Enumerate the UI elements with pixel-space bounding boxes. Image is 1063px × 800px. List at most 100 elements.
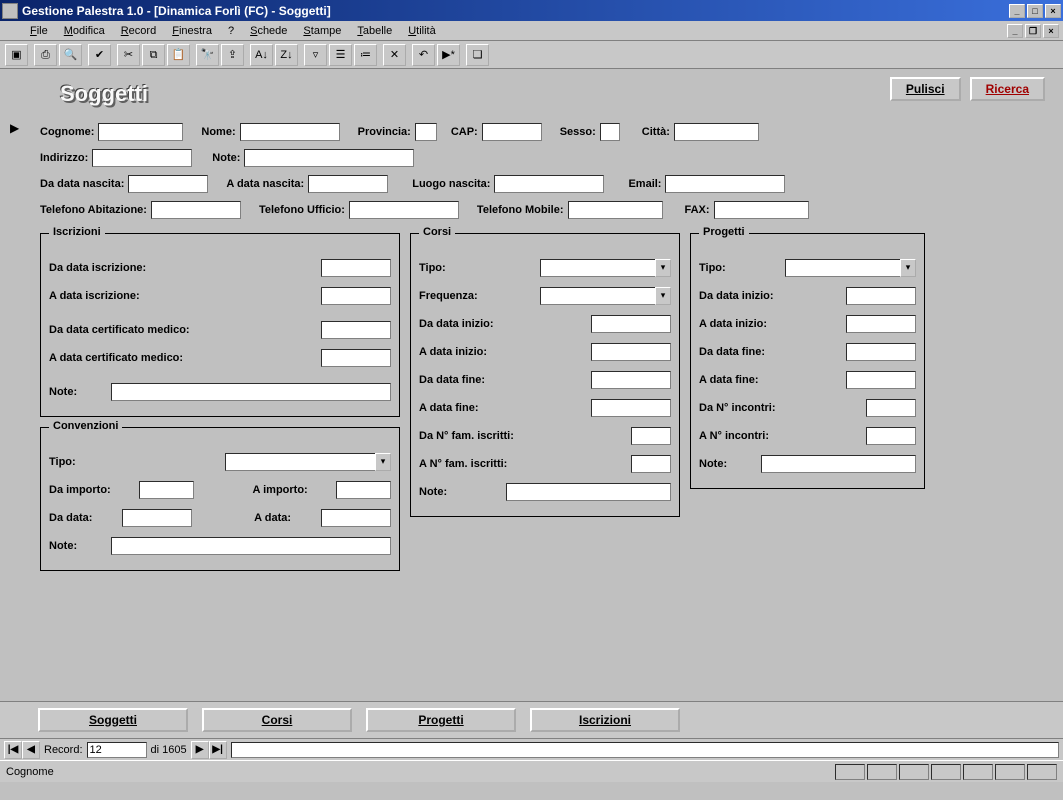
- note-field[interactable]: [244, 149, 414, 167]
- tel-mob-field[interactable]: [568, 201, 663, 219]
- close-button[interactable]: ×: [1045, 4, 1061, 18]
- prev-record-icon[interactable]: ◀: [22, 741, 40, 759]
- tb-export-icon[interactable]: ▣: [5, 44, 28, 66]
- record-selector-icon[interactable]: ▶: [10, 121, 26, 137]
- status-pane: [899, 764, 929, 780]
- prog-dainc-label: Da N° incontri:: [699, 402, 780, 414]
- iscr-note-field[interactable]: [111, 383, 391, 401]
- conv-adata-field[interactable]: [321, 509, 391, 527]
- record-scroll[interactable]: [231, 742, 1059, 758]
- tb-remove-filter-icon[interactable]: ✕: [383, 44, 406, 66]
- nav-progetti-button[interactable]: Progetti: [366, 708, 516, 732]
- da-nascita-field[interactable]: [128, 175, 208, 193]
- mdi-restore-button[interactable]: ❐: [1025, 24, 1041, 38]
- prog-note-field[interactable]: [761, 455, 916, 473]
- prog-ainizio-label: A data inizio:: [699, 318, 771, 330]
- menu-modifica[interactable]: Modifica: [56, 23, 113, 39]
- da-imp-field[interactable]: [139, 481, 194, 499]
- menu-utilita[interactable]: Utilità: [400, 23, 444, 39]
- prog-dafine-field[interactable]: [846, 343, 916, 361]
- tb-undo-icon[interactable]: ↶: [412, 44, 435, 66]
- corsi-tipo-field[interactable]: [540, 259, 655, 277]
- corsi-dafam-label: Da N° fam. iscritti:: [419, 430, 518, 442]
- prog-ainc-field[interactable]: [866, 427, 916, 445]
- minimize-button[interactable]: _: [1009, 4, 1025, 18]
- tb-filter-toggle-icon[interactable]: ≔: [354, 44, 377, 66]
- conv-note-field[interactable]: [111, 537, 391, 555]
- corsi-freq-dropdown-icon[interactable]: ▾: [655, 287, 671, 305]
- conv-dadata-field[interactable]: [122, 509, 192, 527]
- a-imp-field[interactable]: [336, 481, 391, 499]
- provincia-field[interactable]: [415, 123, 437, 141]
- menu-file[interactable]: File: [22, 23, 56, 39]
- a-nascita-field[interactable]: [308, 175, 388, 193]
- nav-corsi-button[interactable]: Corsi: [202, 708, 352, 732]
- da-cert-field[interactable]: [321, 321, 391, 339]
- ricerca-button[interactable]: Ricerca: [970, 77, 1045, 101]
- email-field[interactable]: [665, 175, 785, 193]
- pulisci-button[interactable]: Pulisci: [890, 77, 961, 101]
- tb-sort-desc-icon[interactable]: Z↓: [275, 44, 298, 66]
- status-pane: [995, 764, 1025, 780]
- conv-tipo-field[interactable]: [225, 453, 375, 471]
- next-record-icon[interactable]: ▶: [191, 741, 209, 759]
- tb-paste-icon[interactable]: 📋: [167, 44, 190, 66]
- maximize-button[interactable]: □: [1027, 4, 1043, 18]
- tb-copy-icon[interactable]: ⧉: [142, 44, 165, 66]
- luogo-nascita-field[interactable]: [494, 175, 604, 193]
- corsi-dainizio-field[interactable]: [591, 315, 671, 333]
- convenzioni-group: Convenzioni Tipo: ▾ Da importo: A import…: [40, 427, 400, 571]
- prog-afine-field[interactable]: [846, 371, 916, 389]
- menu-finestra[interactable]: Finestra: [164, 23, 220, 39]
- da-iscr-field[interactable]: [321, 259, 391, 277]
- mdi-close-button[interactable]: ×: [1043, 24, 1059, 38]
- corsi-tipo-dropdown-icon[interactable]: ▾: [655, 259, 671, 277]
- nome-field[interactable]: [240, 123, 340, 141]
- tel-uff-field[interactable]: [349, 201, 459, 219]
- corsi-ainizio-field[interactable]: [591, 343, 671, 361]
- corsi-freq-field[interactable]: [540, 287, 655, 305]
- menu-record[interactable]: Record: [113, 23, 164, 39]
- cognome-field[interactable]: [98, 123, 183, 141]
- tb-filter-selection-icon[interactable]: ▿: [304, 44, 327, 66]
- cap-field[interactable]: [482, 123, 542, 141]
- tb-find-icon[interactable]: 🔭: [196, 44, 219, 66]
- nav-iscrizioni-button[interactable]: Iscrizioni: [530, 708, 680, 732]
- sesso-field[interactable]: [600, 123, 620, 141]
- corsi-dafam-field[interactable]: [631, 427, 671, 445]
- tb-filter-form-icon[interactable]: ☰: [329, 44, 352, 66]
- tb-preview-icon[interactable]: 🔍: [59, 44, 82, 66]
- fax-field[interactable]: [714, 201, 809, 219]
- prog-tipo-dropdown-icon[interactable]: ▾: [900, 259, 916, 277]
- prog-tipo-field[interactable]: [785, 259, 900, 277]
- corsi-dafine-field[interactable]: [591, 371, 671, 389]
- tb-spell-icon[interactable]: ✔: [88, 44, 111, 66]
- corsi-afam-field[interactable]: [631, 455, 671, 473]
- tb-sort-asc-icon[interactable]: A↓: [250, 44, 273, 66]
- conv-tipo-dropdown-icon[interactable]: ▾: [375, 453, 391, 471]
- citta-field[interactable]: [674, 123, 759, 141]
- record-number-field[interactable]: [87, 742, 147, 758]
- tel-abit-field[interactable]: [151, 201, 241, 219]
- first-record-icon[interactable]: |◀: [4, 741, 22, 759]
- a-iscr-field[interactable]: [321, 287, 391, 305]
- menu-help[interactable]: ?: [220, 23, 242, 39]
- menu-stampe[interactable]: Stampe: [295, 23, 349, 39]
- tb-cut-icon[interactable]: ✂: [117, 44, 140, 66]
- menu-schede[interactable]: Schede: [242, 23, 295, 39]
- nav-soggetti-button[interactable]: Soggetti: [38, 708, 188, 732]
- indirizzo-field[interactable]: [92, 149, 192, 167]
- menu-tabelle[interactable]: Tabelle: [349, 23, 400, 39]
- corsi-note-field[interactable]: [506, 483, 671, 501]
- last-record-icon[interactable]: ▶|: [209, 741, 227, 759]
- tb-link-icon[interactable]: ⇪: [221, 44, 244, 66]
- prog-ainizio-field[interactable]: [846, 315, 916, 333]
- corsi-afine-field[interactable]: [591, 399, 671, 417]
- tb-new-record-icon[interactable]: ▶*: [437, 44, 460, 66]
- tb-window-icon[interactable]: ❏: [466, 44, 489, 66]
- tb-print-icon[interactable]: ⎙: [34, 44, 57, 66]
- mdi-minimize-button[interactable]: _: [1007, 24, 1023, 38]
- prog-dainc-field[interactable]: [866, 399, 916, 417]
- prog-dainizio-field[interactable]: [846, 287, 916, 305]
- a-cert-field[interactable]: [321, 349, 391, 367]
